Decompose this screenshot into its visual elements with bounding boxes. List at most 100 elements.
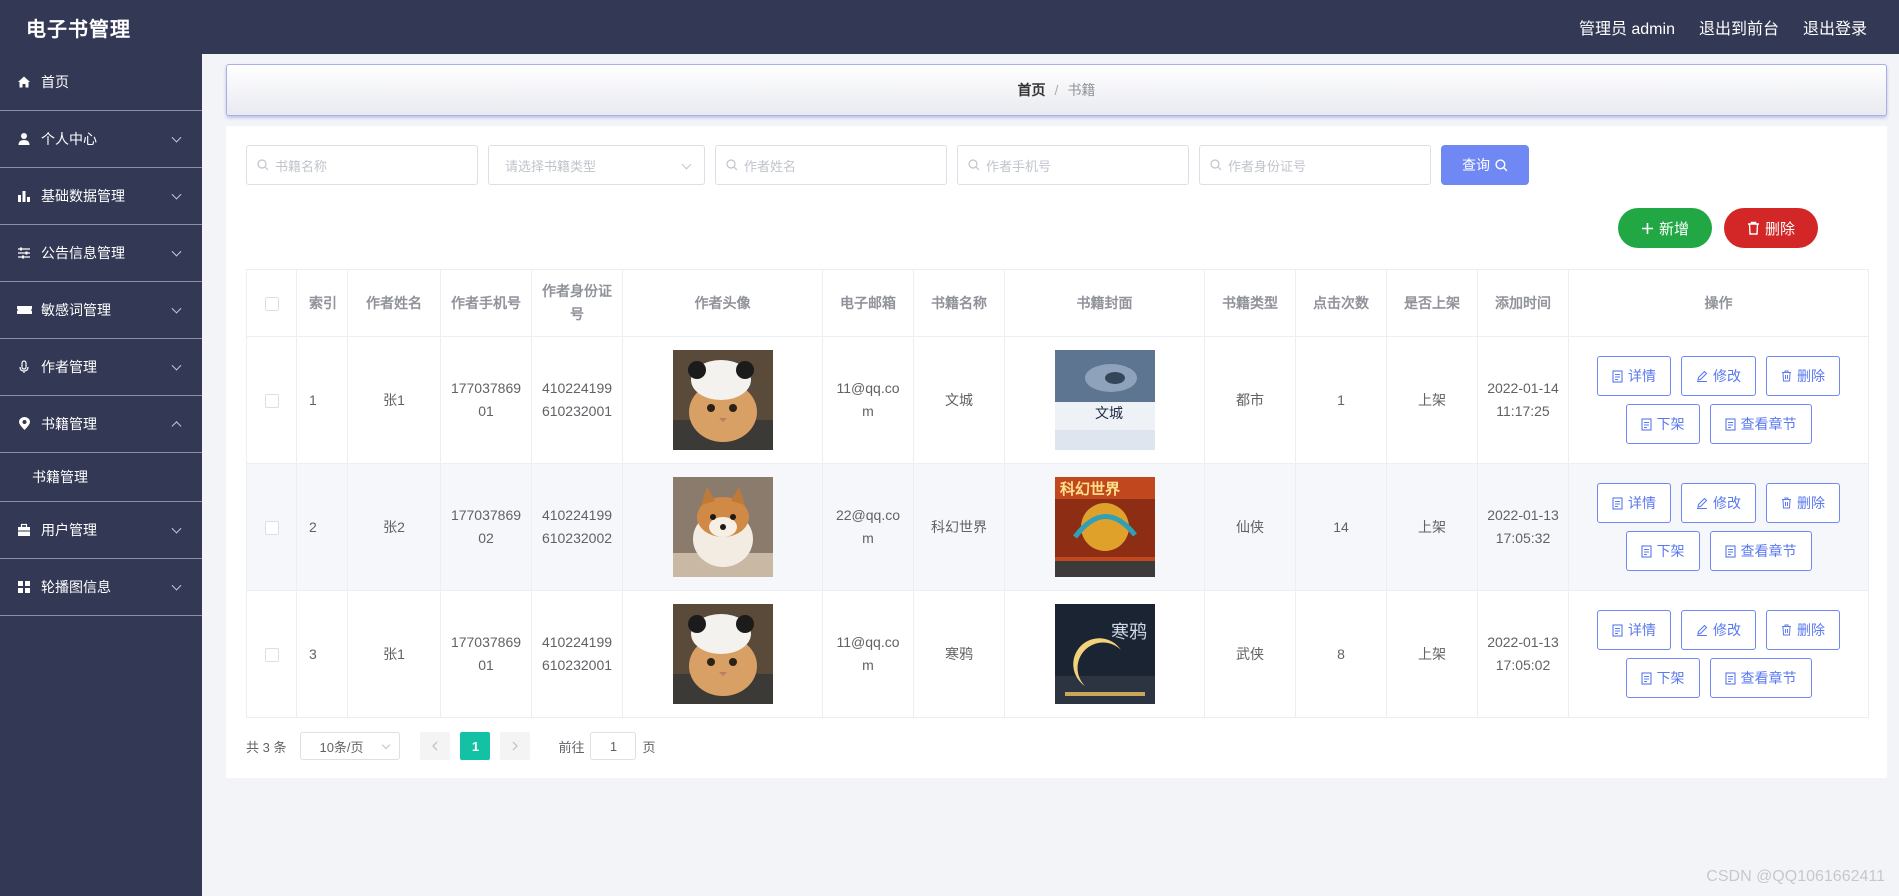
chevron-down-icon [171,132,182,143]
row-checkbox[interactable] [264,647,279,662]
table-row: 1 张1 17703786901 410224199610232001 11@q… [246,336,1869,464]
sidebar-item-label: 用户管理 [41,522,97,538]
row-select-cell [246,463,297,591]
author-idcard-cell: 410224199610232002 [531,463,623,591]
column-header: 书籍封面 [1004,269,1205,337]
detail-button[interactable]: 详情 [1597,610,1671,650]
author-phone-input[interactable]: 作者手机号 [957,145,1189,185]
sidebar-item-personal[interactable]: 个人中心 [0,111,202,168]
author-idcard-placeholder: 作者身份证号 [1228,158,1307,174]
author-name-placeholder: 作者姓名 [744,158,797,174]
edit-button[interactable]: 修改 [1681,610,1756,650]
document-icon [1724,544,1736,558]
exit-to-front-link[interactable]: 退出到前台 [1699,15,1779,39]
dog-avatar-image [672,477,773,577]
edit-label: 修改 [1713,494,1741,511]
sidebar-item-author[interactable]: 作者管理 [0,339,202,396]
detail-button[interactable]: 详情 [1597,356,1671,396]
admin-label: 管理员 admin [1578,21,1675,38]
sidebar-item-sensitive-words[interactable]: 敏感词管理 [0,282,202,339]
app-title: 电子书管理 [26,18,131,41]
book-cover-image: 科幻世界 [1054,477,1155,577]
sidebar-item-notice[interactable]: 公告信息管理 [0,225,202,282]
column-header: 书籍名称 [913,269,1005,337]
chevron-down-icon [171,360,182,371]
breadcrumb-separator: / [1054,82,1059,98]
operations-cell: 详情 修改 删除 下架 查看章节 [1568,590,1869,718]
sidebar-item-carousel[interactable]: 轮播图信息 [0,559,202,616]
add-button[interactable]: 新增 [1618,208,1712,248]
book-cover-cell: 科幻世界 [1004,463,1205,591]
sidebar-item-users[interactable]: 用户管理 [0,502,202,559]
book-name-input[interactable]: 书籍名称 [246,145,478,185]
delete-label: 删除 [1797,494,1825,511]
sidebar-item-label: 基础数据管理 [41,188,125,204]
chevron-up-icon [171,421,182,432]
off-shelf-button[interactable]: 下架 [1625,658,1700,698]
view-chapters-label: 查看章节 [1740,669,1797,686]
row-checkbox[interactable] [264,520,279,535]
view-chapters-button[interactable]: 查看章节 [1709,658,1812,698]
off-shelf-button[interactable]: 下架 [1625,404,1700,444]
click-count-cell: 8 [1295,590,1387,718]
page-number-current[interactable]: 1 [460,732,491,760]
trash-icon [1747,221,1759,235]
breadcrumb: 首页 / 书籍 [226,64,1887,116]
top-header: 电子书管理 管理员 admin 退出到前台 退出登录 [0,0,1899,54]
query-button[interactable]: 查询 [1441,145,1529,185]
document-icon [1640,671,1652,685]
chevron-down-icon [681,159,692,170]
sidebar-subitem-book-management[interactable]: 书籍管理 [0,453,202,502]
sidebar-item-label: 公告信息管理 [41,245,125,261]
delete-button[interactable]: 删除 [1766,610,1840,650]
author-idcard-input[interactable]: 作者身份证号 [1199,145,1431,185]
view-chapters-button[interactable]: 查看章节 [1709,531,1812,571]
delete-button[interactable]: 删除 [1766,356,1840,396]
bar-chart-icon [16,188,32,204]
breadcrumb-home[interactable]: 首页 [1018,80,1046,100]
row-checkbox[interactable] [264,393,279,408]
view-chapters-button[interactable]: 查看章节 [1709,404,1812,444]
off-shelf-button[interactable]: 下架 [1625,531,1700,571]
page-size-select[interactable]: 10条/页 [300,732,401,760]
book-type-placeholder: 请选择书籍类型 [505,158,597,174]
delete-button[interactable]: 删除 [1766,483,1840,523]
book-name-placeholder: 书籍名称 [275,158,328,174]
sidebar-item-home[interactable]: 首页 [0,54,202,111]
author-phone-placeholder: 作者手机号 [986,158,1052,174]
book-type-select[interactable]: 请选择书籍类型 [488,145,705,185]
sidebar-item-books[interactable]: 书籍管理 [0,396,202,453]
goto-page-input[interactable] [590,732,637,760]
pencil-icon [1697,624,1708,636]
delete-label: 删除 [1797,367,1825,384]
next-page-button[interactable] [500,732,531,760]
added-time-cell: 2022-01-14 11:17:25 [1477,336,1569,464]
delete-label: 删除 [1797,621,1825,638]
index-cell: 2 [296,463,348,591]
detail-button[interactable]: 详情 [1597,483,1671,523]
row-select-cell [246,336,297,464]
added-time-cell: 2022-01-13 17:05:32 [1477,463,1569,591]
off-shelf-label: 下架 [1656,542,1685,559]
sidebar-item-basic-data[interactable]: 基础数据管理 [0,168,202,225]
book-table: 索引 作者姓名 作者手机号 作者身份证号 作者头像 电子邮箱 书籍名称 书籍封面… [246,269,1869,718]
edit-button[interactable]: 修改 [1681,356,1756,396]
author-phone-cell: 17703786901 [440,336,532,464]
shelf-status-cell: 上架 [1386,590,1478,718]
batch-delete-button[interactable]: 删除 [1724,208,1818,248]
author-name-input[interactable]: 作者姓名 [715,145,947,185]
chevron-down-icon [171,189,182,200]
logout-link[interactable]: 退出登录 [1803,15,1867,39]
shelf-status-cell: 上架 [1386,336,1478,464]
trash-icon [1782,624,1791,636]
column-header: 操作 [1568,269,1869,337]
select-all-checkbox[interactable] [264,296,279,311]
goto-page: 前往 页 [558,732,656,760]
briefcase-icon [16,522,32,538]
column-header: 点击次数 [1295,269,1387,337]
edit-button[interactable]: 修改 [1681,483,1756,523]
trash-icon [1782,497,1791,509]
operations-cell: 详情 修改 删除 下架 查看章节 [1568,336,1869,464]
document-icon [1612,623,1623,637]
prev-page-button[interactable] [420,732,451,760]
